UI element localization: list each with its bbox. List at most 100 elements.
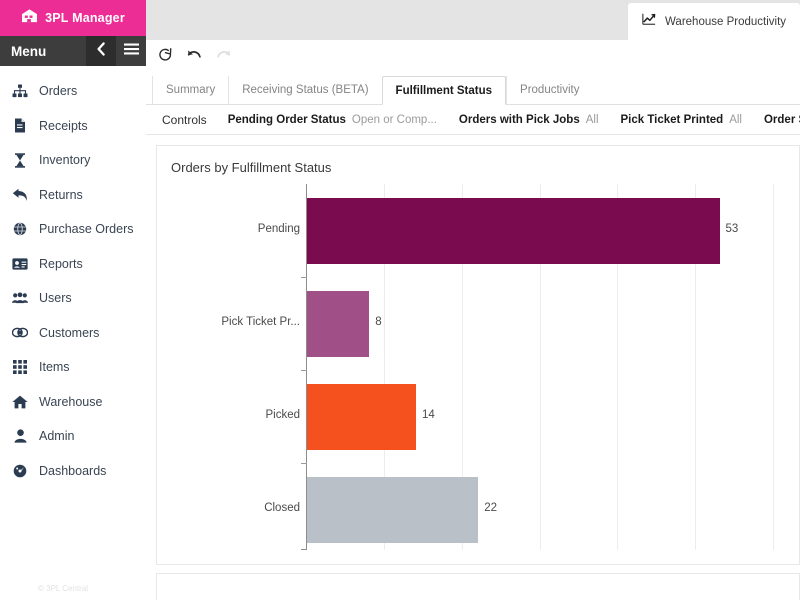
chart-bar[interactable] [307,290,370,357]
controls-heading: Controls [162,112,207,127]
sidebar-item-label: Orders [39,84,78,99]
sidebar-item-receipts[interactable]: Receipts [0,109,146,144]
chart-title: Orders by Fulfillment Status [171,160,332,175]
sidebar-item-label: Items [39,360,70,375]
hourglass-icon [12,152,28,168]
id-card-icon [12,256,28,272]
warehouse-icon [21,8,38,28]
sidebar-item-items[interactable]: Items [0,350,146,385]
bar-chart-plot[interactable]: Pending 53 Pick Ticket Pr... 8 Picked 14 Close… [157,184,800,556]
control-pick-ticket-printed[interactable]: Pick Ticket Printed All [610,114,753,126]
chevron-left-icon [96,41,106,61]
browser-tab-strip: Warehouse Productivity [146,0,800,40]
chart-category-label: Pending [257,222,300,235]
chart-bar[interactable] [307,197,720,264]
users-icon [12,290,28,306]
sidebar-item-label: Users [39,291,72,306]
refresh-button[interactable] [152,45,178,71]
dashboard-toolbar [146,40,800,76]
tab-label: Fulfillment Status [395,84,493,97]
control-pending-order-status[interactable]: Pending Order Status Open or Comp... [217,114,448,126]
chart-bar[interactable] [307,383,416,450]
control-value: Open or Comp... [351,113,437,126]
globe-icon [12,221,28,237]
undo-icon [187,48,202,68]
sidebar-item-label: Dashboards [39,463,107,478]
chart-axis-tick [301,277,307,278]
app-root: Warehouse Productivity 3PL Manager Menu [0,0,800,600]
chart-bar[interactable] [307,476,479,543]
customers-icon [12,325,28,341]
sidebar-footer: © 3PL Central [38,584,89,593]
chart-category-label: Pick Ticket Pr... [221,315,300,328]
home-icon [12,394,28,410]
sidebar-item-label: Reports [39,256,83,271]
tab-summary[interactable]: Summary [152,76,228,104]
chart-gridline [773,184,774,550]
sidebar-item-admin[interactable]: Admin [0,419,146,454]
redo-button[interactable] [210,45,236,71]
return-arrow-icon [12,187,28,203]
tab-label: Receiving Status (BETA) [242,84,369,96]
refresh-icon [158,48,173,68]
chart-category-label: Picked [265,408,300,421]
undo-button[interactable] [181,45,207,71]
tab-receiving-status[interactable]: Receiving Status (BETA) [228,76,381,104]
chart-axis-tick [301,463,307,464]
sidebar-item-reports[interactable]: Reports [0,247,146,282]
sidebar-item-customers[interactable]: Customers [0,316,146,351]
brand-header: 3PL Manager [0,0,146,36]
browser-tab-warehouse-productivity[interactable]: Warehouse Productivity [628,3,800,40]
control-label: Pick Ticket Printed [620,113,724,126]
hamburger-menu-button[interactable] [116,36,146,66]
browser-tab-title: Warehouse Productivity [665,15,787,28]
chart-axis-end-cap [301,549,307,550]
control-orders-with-pick-jobs[interactable]: Orders with Pick Jobs All [448,114,610,126]
control-label: Pending Order Status [227,113,346,126]
sidebar-item-users[interactable]: Users [0,281,146,316]
sidebar-item-returns[interactable]: Returns [0,178,146,213]
chart-axis-tick [301,370,307,371]
tab-label: Summary [166,84,216,96]
tab-fulfillment-status[interactable]: Fulfillment Status [381,76,507,105]
menu-label: Menu [11,43,47,59]
sidebar-item-orders[interactable]: Orders [0,74,146,109]
main-content: Summary Receiving Status (BETA) Fulfillm… [146,40,800,600]
chart-panel: Orders by Fulfillment Status Pending 53 Pi… [156,145,800,565]
tab-label: Productivity [520,84,580,96]
sidebar-item-label: Returns [39,187,83,202]
dashboard-icon [12,463,28,479]
hamburger-icon [123,42,139,60]
collapse-sidebar-button[interactable] [86,36,116,66]
tab-productivity[interactable]: Productivity [506,76,592,104]
control-value: All [585,113,599,126]
menu-bar: Menu [0,36,146,66]
control-order-source[interactable]: Order So [753,114,800,126]
redo-icon [216,48,231,68]
brand-title: 3PL Manager [45,11,125,25]
grid-icon [12,359,28,375]
sitemap-icon [12,83,28,99]
sidebar-nav-list: Orders Receipts Inventory Returns Purcha… [0,66,146,488]
person-icon [12,428,28,444]
control-label: Orders with Pick Jobs [458,113,580,126]
sidebar: 3PL Manager Menu Orders Receipts Invento… [0,0,146,600]
sidebar-item-label: Receipts [39,118,88,133]
chart-value-label: 14 [421,408,435,421]
sidebar-item-dashboards[interactable]: Dashboards [0,454,146,489]
sidebar-item-label: Purchase Orders [39,222,134,237]
sidebar-item-label: Customers [39,325,100,340]
chart-category-label: Closed [264,501,300,514]
line-chart-icon [642,12,656,31]
sidebar-item-purchase-orders[interactable]: Purchase Orders [0,212,146,247]
control-label: Order So [763,113,800,126]
sidebar-item-warehouse[interactable]: Warehouse [0,385,146,420]
sidebar-item-label: Admin [39,429,75,444]
sidebar-item-label: Inventory [39,153,91,168]
dashboard-tab-row: Summary Receiving Status (BETA) Fulfillm… [146,76,800,105]
controls-row: Controls Pending Order Status Open or Co… [146,105,800,135]
chart-value-label: 22 [484,501,498,514]
document-icon [12,118,28,134]
chart-value-label: 8 [375,315,382,328]
sidebar-item-inventory[interactable]: Inventory [0,143,146,178]
